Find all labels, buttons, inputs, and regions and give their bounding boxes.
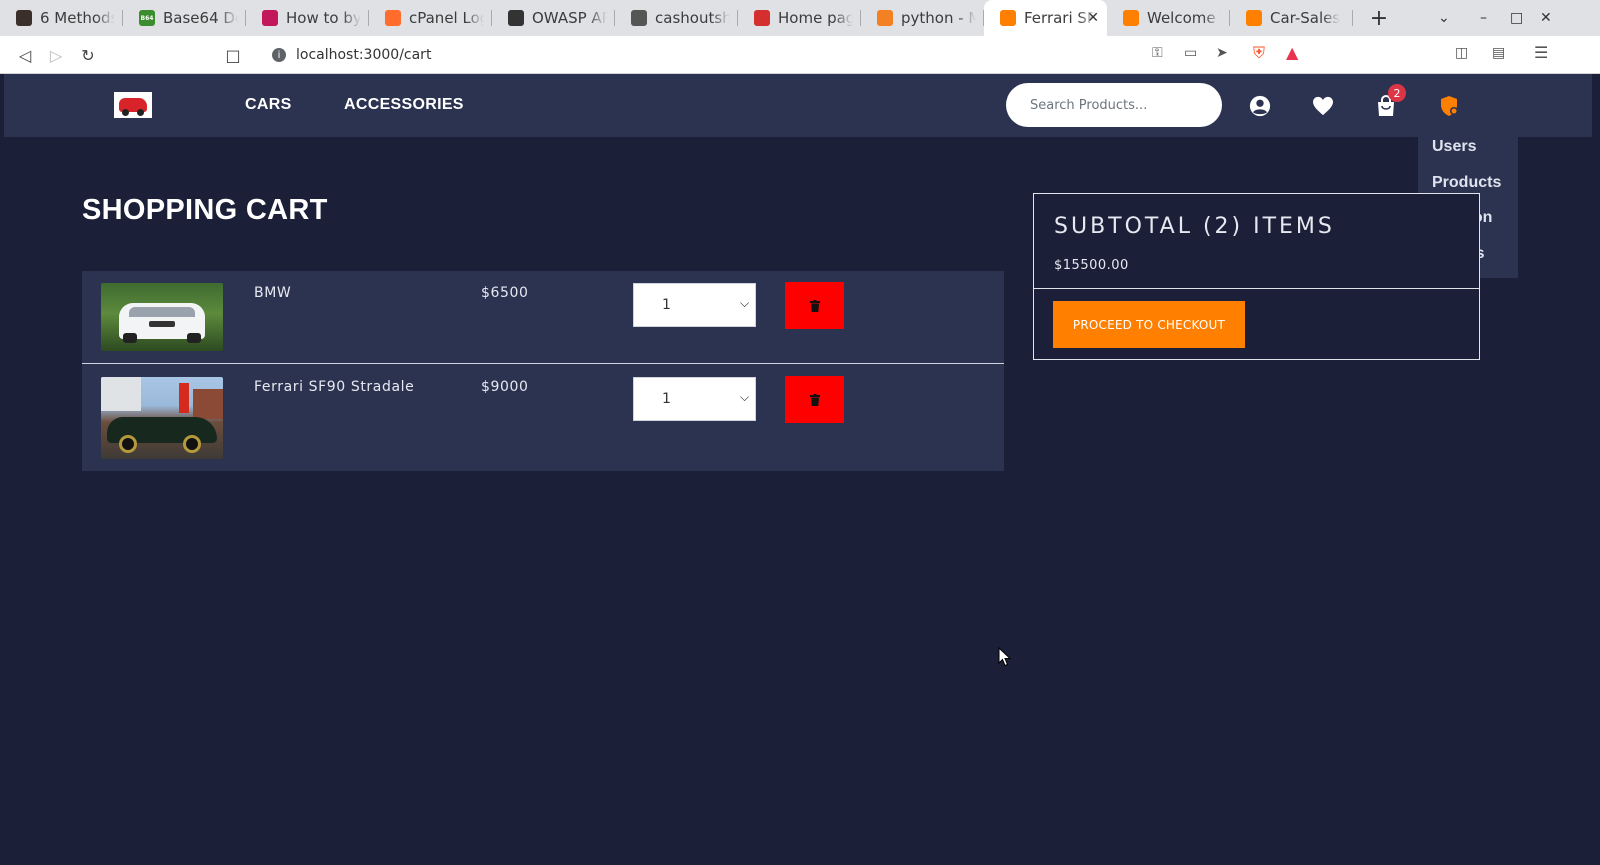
sidebar-toggle-icon[interactable]: ◫ (1455, 45, 1468, 61)
remove-item-button[interactable] (785, 282, 844, 329)
admin-shield-icon[interactable] (1437, 94, 1461, 118)
browser-tab-bar: 6 Methods to B64 Base64 Deco How to bypa cPa… (0, 0, 1600, 36)
browser-tab[interactable]: Home page | (738, 0, 861, 36)
tab-title: cashoutshop (655, 9, 730, 27)
page-title: SHOPPING CART (82, 194, 328, 226)
new-tab-button[interactable]: + (1359, 0, 1399, 36)
key-icon[interactable]: ⚿ (1152, 45, 1163, 61)
tab-favicon-icon (1246, 10, 1262, 26)
trash-icon (809, 299, 820, 312)
tab-favicon-icon (508, 10, 524, 26)
subtotal-amount: $15500.00 (1054, 258, 1129, 273)
url-text: localhost:3000/cart (296, 47, 432, 63)
tab-title: Car-Sales (1270, 9, 1341, 27)
site-logo[interactable] (114, 92, 152, 118)
search-input[interactable] (1006, 83, 1222, 127)
tab-favicon-icon (262, 10, 278, 26)
minimize-icon[interactable]: – (1480, 0, 1487, 36)
maximize-icon[interactable]: □ (1510, 0, 1523, 36)
car-logo-icon (119, 98, 147, 116)
heart-icon[interactable] (1311, 94, 1335, 118)
tab-search-icon[interactable]: ⌄ (1438, 0, 1450, 36)
tab-favicon-icon (754, 10, 770, 26)
subtotal-title: SUBTOTAL (2) ITEMS (1054, 214, 1335, 239)
summary-header (1034, 194, 1479, 289)
nav-link-cars[interactable]: CARS (245, 96, 292, 114)
tab-title: cPanel Login (409, 9, 484, 27)
product-image[interactable] (101, 377, 223, 459)
browser-tab[interactable]: Car-Sales (1230, 0, 1353, 36)
brave-rewards-icon[interactable]: ▲ (1286, 43, 1298, 62)
quantity-select[interactable]: 1 (633, 283, 756, 327)
browser-tab[interactable]: Ferrari SF ✕ (984, 0, 1107, 36)
tab-favicon-icon (1123, 10, 1139, 26)
tab-close-icon[interactable]: ✕ (1087, 10, 1099, 26)
reload-icon[interactable]: ↻ (77, 44, 99, 66)
page: CARS ACCESSORIES 2 Users Products Coupon… (4, 74, 1592, 865)
mouse-cursor-icon (998, 647, 1012, 667)
browser-tab[interactable]: cashoutshop (615, 0, 738, 36)
site-navbar: CARS ACCESSORIES 2 (4, 74, 1592, 137)
tab-favicon-icon (16, 10, 32, 26)
product-name[interactable]: BMW (254, 285, 291, 301)
quantity-select[interactable]: 1 (633, 377, 756, 421)
forward-icon[interactable]: ▷ (45, 44, 67, 66)
browser-tab[interactable]: How to bypa (246, 0, 369, 36)
tab-title: Home page | (778, 9, 853, 27)
tab-title: How to bypa (286, 9, 361, 27)
tab-favicon-icon (385, 10, 401, 26)
address-bar: ◁ ▷ ↻ □ i localhost:3000/cart ⚿ ▭ ➤ ⛨ ▲ … (0, 36, 1600, 74)
share-icon[interactable]: ➤ (1216, 45, 1228, 61)
browser-tab[interactable]: Welcome To (1107, 0, 1230, 36)
tab-favicon-icon (1000, 10, 1016, 26)
cart-item-row: Ferrari SF90 Stradale $9000 1 ⌵ (82, 365, 1004, 471)
cast-icon[interactable]: ▭ (1184, 45, 1197, 61)
product-price: $9000 (481, 379, 529, 395)
cart-item-row: BMW $6500 1 ⌵ (82, 271, 1004, 364)
browser-tab[interactable]: OWASP API S (492, 0, 615, 36)
cart-count-badge: 2 (1388, 84, 1406, 102)
order-summary: SUBTOTAL (2) ITEMS $15500.00 PROCEED TO … (1033, 193, 1480, 360)
tab-title: OWASP API S (532, 9, 607, 27)
menu-icon[interactable]: ☰ (1534, 43, 1548, 62)
remove-item-button[interactable] (785, 376, 844, 423)
tab-strip: 6 Methods to B64 Base64 Deco How to bypa cPa… (0, 0, 1353, 36)
browser-tab[interactable]: cPanel Login (369, 0, 492, 36)
site-info-icon[interactable]: i (272, 48, 286, 62)
close-window-icon[interactable]: ✕ (1540, 0, 1552, 36)
tab-favicon-icon: B64 (139, 10, 155, 26)
wallet-icon[interactable]: ▤ (1492, 45, 1505, 61)
admin-menu-users[interactable]: Users (1418, 136, 1518, 172)
back-icon[interactable]: ◁ (14, 44, 36, 66)
product-image[interactable] (101, 283, 223, 351)
tab-title: Welcome To (1147, 9, 1222, 27)
cart-items-list: BMW $6500 1 ⌵ Ferrari SF90 Stradale $900… (82, 271, 1004, 471)
nav-link-accessories[interactable]: ACCESSORIES (344, 96, 464, 114)
tab-title: python - Mod (901, 9, 976, 27)
checkout-button[interactable]: PROCEED TO CHECKOUT (1053, 301, 1245, 348)
tab-favicon-icon (877, 10, 893, 26)
brave-shield-icon[interactable]: ⛨ (1253, 43, 1265, 63)
product-name[interactable]: Ferrari SF90 Stradale (254, 379, 414, 395)
bookmark-icon[interactable]: □ (222, 44, 244, 66)
tab-title: Ferrari SF (1024, 9, 1096, 27)
tab-title: Base64 Deco (163, 9, 238, 27)
tab-title: 6 Methods to (40, 9, 115, 27)
product-price: $6500 (481, 285, 529, 301)
browser-tab[interactable]: python - Mod (861, 0, 984, 36)
user-icon[interactable] (1248, 94, 1272, 118)
browser-tab[interactable]: 6 Methods to (0, 0, 123, 36)
browser-tab[interactable]: B64 Base64 Deco (123, 0, 246, 36)
trash-icon (809, 393, 820, 406)
url-field[interactable]: i localhost:3000/cart (258, 40, 1338, 70)
tab-favicon-icon (631, 10, 647, 26)
